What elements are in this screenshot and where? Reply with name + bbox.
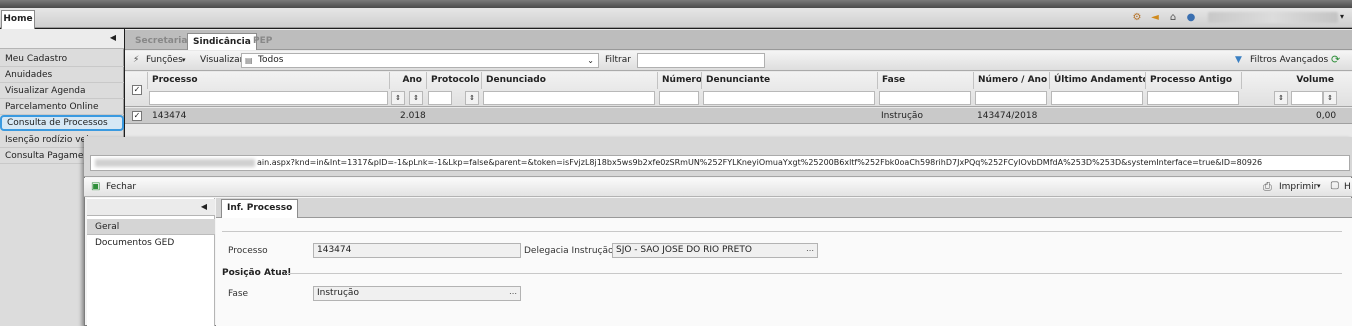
help-icon[interactable]: ▢ [1330,180,1339,191]
processo-label: Processo [228,246,268,256]
tab-secretaria[interactable]: Secretaria [130,33,192,50]
column-numero-ano[interactable]: Número / Ano [973,72,1049,89]
chevron-down-icon: ⌄ [587,56,594,65]
tab-sindicancia[interactable]: Sindicância [187,33,257,50]
filter-fase[interactable] [879,91,971,105]
cell-processo: 143474 [152,111,187,121]
filtrar-label: Filtrar [605,55,631,65]
delegacia-field[interactable]: SJO - SAO JOSE DO RIO PRETO ⋯ [612,243,818,258]
column-denunciante[interactable]: Denunciante [701,72,877,89]
user-settings-icon[interactable]: ⚙ [1130,11,1144,25]
popup-nav-header: ◀ [87,199,215,216]
sort-ano-desc-icon[interactable]: ⇕ [409,91,423,105]
sidebar-item-consulta-processos[interactable]: Consulta de Processos [0,115,124,131]
view-select[interactable]: ▤ Todos ⌄ [241,53,599,68]
chevron-down-icon[interactable]: ▾ [1317,182,1321,190]
fechar-button[interactable]: Fechar [106,182,136,192]
nav-item-documentos-ged[interactable]: Documentos GED [87,235,215,251]
close-document-icon[interactable]: ▣ [91,181,100,192]
imprimir-button[interactable]: Imprimir [1279,182,1317,192]
sort-ano-icon[interactable]: ⇕ [391,91,405,105]
visualizar-label: Visualizar [200,55,244,65]
form-tab-bar [216,198,1352,218]
table-row[interactable] [125,108,1352,124]
processo-value: 143474 [317,245,352,255]
lightning-icon: ⚡ [133,55,140,65]
cell-fase: Instrução [881,111,923,121]
top-icon-group: ⚙ ◄ ⌂ ● [1130,11,1198,25]
sidebar-header: ◀ [0,29,124,49]
sidebar-item-anuidades[interactable]: Anuidades [0,67,124,83]
chevron-down-icon[interactable]: ▾ [1340,12,1344,21]
refresh-icon[interactable]: ⟳ [1331,53,1340,66]
cell-ano: 2.018 [400,111,426,121]
filter-ultimo-andamento[interactable] [1051,91,1143,105]
column-denunciado[interactable]: Denunciado [481,72,657,89]
column-processo[interactable]: Processo [147,72,389,89]
divider [286,273,1342,274]
user-name-redacted[interactable] [1208,12,1338,23]
filtros-avancados-button[interactable]: Filtros Avançados [1250,55,1328,65]
url-field[interactable]: ain.aspx?knd=in&Int=1317&pID=-1&pLnk=-1&… [90,155,1350,171]
collapse-left-icon[interactable]: ◀ [201,202,207,211]
select-all-checkbox[interactable]: ✓ [132,85,142,95]
filter-denunciado[interactable] [483,91,655,105]
url-redacted [95,158,255,167]
filter-protocolo[interactable] [428,91,452,105]
column-protocolo[interactable]: Protocolo [426,72,481,89]
popup-nav-panel [87,198,215,326]
tab-home[interactable]: Home [1,10,35,29]
filter-numero-ano[interactable] [975,91,1047,105]
processo-field[interactable]: 143474 [313,243,521,258]
column-volume[interactable]: Volume [1241,72,1338,89]
tab-inf-processo[interactable]: Inf. Processo [221,199,299,218]
sidebar-item-meu-cadastro[interactable]: Meu Cadastro [0,51,124,67]
cell-numero-ano: 143474/2018 [977,111,1038,121]
fase-label: Fase [228,289,249,299]
filter-input[interactable] [637,53,765,68]
column-fase[interactable]: Fase [877,72,973,89]
fase-value: Instrução [317,288,359,298]
view-select-value: Todos [258,55,284,65]
filter-denunciante[interactable] [703,91,875,105]
filter-numero[interactable] [659,91,699,105]
printer-icon[interactable]: ⎙ [1263,180,1272,194]
list-icon: ▤ [245,56,253,65]
sort-volume-icon[interactable]: ⇕ [1323,91,1337,105]
sort-protocolo-icon[interactable]: ⇕ [465,91,479,105]
row-checkbox[interactable]: ✓ [132,111,142,121]
url-text: ain.aspx?knd=in&Int=1317&pID=-1&pLnk=-1&… [257,158,1263,167]
column-processo-antigo[interactable]: Processo Antigo [1145,72,1241,89]
help-button-cut[interactable]: H [1344,182,1351,192]
window-top-strip [0,0,1352,8]
filter-processo-antigo[interactable] [1147,91,1239,105]
column-numero[interactable]: Número [657,72,701,89]
user-icon[interactable]: ● [1184,11,1198,25]
collapse-left-icon[interactable]: ◀ [110,33,116,42]
nav-item-geral[interactable]: Geral [87,219,215,235]
cell-volume: 0,00 [1316,111,1337,121]
filter-processo[interactable] [149,91,388,105]
fase-field[interactable]: Instrução ⋯ [313,286,521,301]
sidebar-item-visualizar-agenda[interactable]: Visualizar Agenda [0,83,124,99]
popup-toolbar [84,178,1352,197]
home-icon[interactable]: ⌂ [1166,11,1180,25]
sort-processo-antigo-icon[interactable]: ⇕ [1274,91,1288,105]
column-ultimo-andamento[interactable]: Último Andamento [1049,72,1145,89]
ellipsis-icon[interactable]: ⋯ [509,287,517,300]
sidebar-item-parcelamento-online[interactable]: Parcelamento Online [0,99,124,115]
delegacia-value: SJO - SAO JOSE DO RIO PRETO [616,245,752,255]
funcoes-menu[interactable]: Funções [146,55,183,65]
module-tab-bar [125,30,1352,50]
chevron-down-icon[interactable]: ▾ [182,56,186,64]
tab-pep[interactable]: PEP [248,33,277,50]
divider [222,231,1342,232]
column-ano[interactable]: Ano [389,72,426,89]
announcement-icon[interactable]: ◄ [1148,11,1162,25]
filter-volume[interactable] [1291,91,1323,105]
posicao-atual-heading: Posição Atual [222,268,291,278]
ellipsis-icon[interactable]: ⋯ [806,244,814,257]
delegacia-label: Delegacia Instrução [524,246,614,256]
funnel-icon[interactable]: ▼ [1235,55,1242,65]
